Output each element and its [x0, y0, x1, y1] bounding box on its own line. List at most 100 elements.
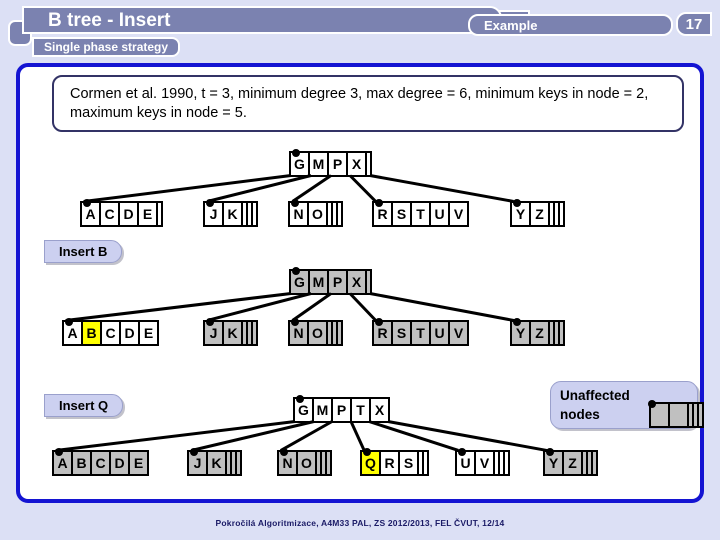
btree-pointer-dot: [292, 149, 300, 157]
btree-key-cell: [670, 404, 687, 426]
insert-b-label: Insert B: [44, 240, 123, 263]
btree-key-cell: K: [224, 322, 241, 344]
btree-key-cell: Z: [531, 203, 548, 225]
btree-empty-slot: [248, 322, 251, 344]
btree-empty-slot: [237, 452, 240, 474]
btree-empty-slot: [419, 452, 422, 474]
btree-key-cell: S: [400, 452, 417, 474]
btree-empty-slot: [588, 452, 591, 474]
btree-empty-slot: [333, 203, 336, 225]
btree-leaf-node: ABCDE: [62, 320, 159, 346]
btree-pointer-dot: [513, 318, 521, 326]
btree-pointer-dot: [206, 318, 214, 326]
btree-key-cell: Z: [564, 452, 581, 474]
slide-title-tab: B tree - Insert: [22, 6, 502, 34]
section-badge: Example: [468, 14, 673, 36]
btree-empty-slot: [243, 322, 246, 344]
page-number-badge: 17: [676, 12, 712, 36]
btree-key-cell: S: [393, 203, 410, 225]
btree-key-cell: D: [120, 203, 137, 225]
btree-pointer-dot: [296, 395, 304, 403]
footer-text: Pokročilá Algoritmizace, A4M33 PAL, ZS 2…: [215, 518, 505, 528]
btree-key-cell: V: [476, 452, 493, 474]
btree-pointer-dot: [65, 318, 73, 326]
btree-key-cell: T: [352, 399, 369, 421]
legend-text: Unaffected nodes: [560, 388, 630, 422]
btree-empty-slot: [227, 452, 230, 474]
btree-key-cell: X: [371, 399, 388, 421]
btree-leaf-node: RSTUV: [372, 320, 469, 346]
btree-empty-slot: [583, 452, 586, 474]
btree-key-cell: M: [314, 399, 331, 421]
page-subtitle: Single phase strategy: [44, 40, 169, 54]
legend-pointer-dot: [648, 400, 656, 408]
btree-empty-slot: [560, 203, 563, 225]
btree-empty-slot: [333, 322, 336, 344]
btree-empty-slot: [328, 203, 331, 225]
btree-key-cell: T: [412, 203, 429, 225]
btree-empty-slot: [317, 452, 320, 474]
btree-empty-slot: [495, 452, 498, 474]
btree-key-cell: E: [130, 452, 147, 474]
insert-b-label-text: Insert B: [59, 244, 108, 259]
btree-root-node: GMPX: [289, 151, 372, 177]
btree-key-cell: O: [298, 452, 315, 474]
btree-key-cell: P: [333, 399, 350, 421]
btree-key-cell: V: [450, 203, 467, 225]
btree-leaf-node: RSTUV: [372, 201, 469, 227]
btree-empty-slot: [248, 203, 251, 225]
btree-root-node: GMPX: [289, 269, 372, 295]
parameters-text: Cormen et al. 1990, t = 3, minimum degre…: [70, 86, 649, 121]
slide-subtitle-tab: Single phase strategy: [32, 37, 181, 57]
btree-key-cell: Z: [531, 322, 548, 344]
btree-key-cell: C: [101, 203, 118, 225]
btree-empty-slot: [327, 452, 330, 474]
insert-q-label: Insert Q: [44, 394, 124, 417]
slide-header: B tree - Insert Single phase strategy Ex…: [0, 0, 720, 62]
btree-pointer-dot: [513, 199, 521, 207]
btree-pointer-dot: [546, 448, 554, 456]
btree-key-cell: C: [102, 322, 119, 344]
btree-empty-slot: [253, 203, 256, 225]
page-number: 17: [685, 15, 703, 33]
btree-empty-slot: [593, 452, 596, 474]
page-title: B tree - Insert: [48, 10, 171, 31]
btree-key-cell: C: [92, 452, 109, 474]
btree-empty-slot: [338, 203, 341, 225]
btree-empty-slot: [253, 322, 256, 344]
btree-pointer-dot: [280, 448, 288, 456]
btree-empty-slot: [550, 322, 553, 344]
btree-pointer-dot: [375, 199, 383, 207]
btree-empty-slot: [699, 404, 702, 426]
btree-key-cell: X: [348, 153, 365, 175]
btree-key-cell: E: [140, 322, 157, 344]
insert-q-label-text: Insert Q: [59, 398, 109, 413]
btree-key-cell: E: [139, 203, 156, 225]
btree-empty-slot: [689, 404, 692, 426]
btree-empty-slot: [367, 153, 370, 175]
btree-empty-slot: [550, 203, 553, 225]
btree-pointer-dot: [206, 199, 214, 207]
btree-pointer-dot: [190, 448, 198, 456]
btree-pointer-dot: [292, 267, 300, 275]
btree-key-cell: U: [431, 322, 448, 344]
btree-key-cell: X: [348, 271, 365, 293]
section-label: Example: [484, 17, 538, 33]
btree-pointer-dot: [291, 318, 299, 326]
btree-key-cell: U: [431, 203, 448, 225]
btree-pointer-dot: [363, 448, 371, 456]
btree-key-cell: B: [73, 452, 90, 474]
btree-empty-slot: [555, 203, 558, 225]
btree-empty-slot: [243, 203, 246, 225]
legend-node-shape: [649, 402, 704, 428]
btree-pointer-dot: [458, 448, 466, 456]
btree-key-cell: S: [393, 322, 410, 344]
btree-key-cell: R: [381, 452, 398, 474]
btree-key-cell: D: [111, 452, 128, 474]
btree-key-cell: K: [208, 452, 225, 474]
btree-root-node: GMPTX: [293, 397, 390, 423]
btree-empty-slot: [560, 322, 563, 344]
btree-key-cell: T: [412, 322, 429, 344]
btree-key-cell: D: [121, 322, 138, 344]
btree-empty-slot: [694, 404, 697, 426]
